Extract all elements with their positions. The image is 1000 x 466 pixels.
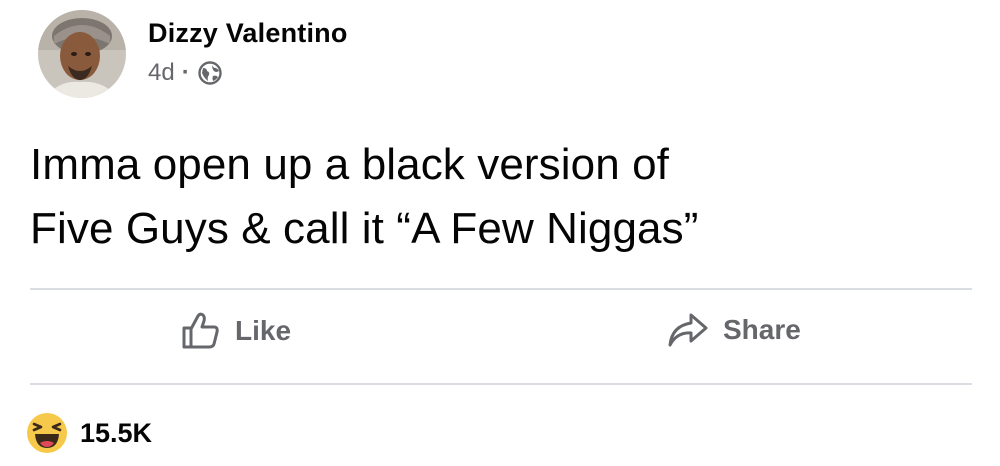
post-subline: 4d · [148,59,348,87]
post-text-line: Imma open up a black version of [30,140,669,189]
like-button[interactable]: Like [181,312,291,350]
haha-emoji-icon [26,412,68,454]
share-label: Share [723,314,801,345]
reaction-summary[interactable]: 15.5K [26,412,152,454]
post-timestamp[interactable]: 4d [148,59,175,87]
author-name[interactable]: Dizzy Valentino [148,17,348,49]
post-text: Imma open up a black version of Five Guy… [30,133,970,261]
share-button[interactable]: Share [667,312,801,348]
divider [30,288,972,290]
divider [30,383,972,385]
reaction-count: 15.5K [80,417,153,448]
post-meta: Dizzy Valentino 4d · [148,17,348,87]
post-text-line: Five Guys & call it “A Few Niggas” [30,204,699,253]
thumbs-up-outline-icon [181,312,221,350]
share-arrow-icon [667,312,709,348]
avatar-image [38,10,126,98]
facebook-post: Dizzy Valentino 4d · Imma open up a blac… [0,0,1000,466]
globe-icon[interactable] [198,61,222,85]
post-header: Dizzy Valentino 4d · [38,10,348,98]
like-label: Like [235,315,292,346]
avatar[interactable] [38,10,126,98]
separator-dot: · [181,59,190,86]
